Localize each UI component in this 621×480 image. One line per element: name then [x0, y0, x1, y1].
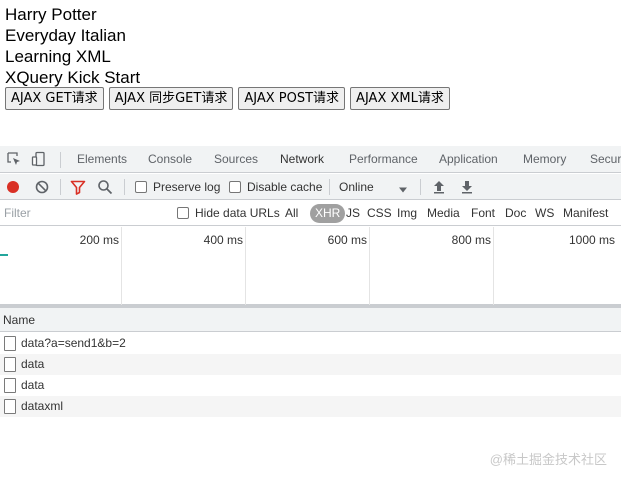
file-icon	[4, 399, 16, 414]
filter-icon[interactable]	[70, 179, 86, 195]
file-icon	[4, 378, 16, 393]
toolbar-divider	[124, 179, 125, 195]
device-toolbar-icon[interactable]	[31, 151, 47, 167]
timeline-tick: 200 ms	[79, 233, 119, 247]
overview-gridline	[121, 227, 122, 305]
filter-input[interactable]	[0, 203, 165, 223]
tab-network[interactable]: Network	[280, 146, 324, 172]
timeline-tick: 400 ms	[203, 233, 243, 247]
request-name: data	[21, 357, 45, 371]
import-har-icon[interactable]	[431, 179, 447, 195]
preserve-log-checkbox[interactable]	[135, 181, 147, 193]
network-toolbar: Preserve log Disable cache Online	[0, 174, 621, 200]
request-name: dataxml	[21, 399, 64, 413]
request-name: data	[21, 378, 45, 392]
filter-type-js[interactable]: JS	[346, 201, 360, 225]
book-title: XQuery Kick Start	[5, 68, 141, 87]
tab-divider	[60, 152, 61, 168]
filter-type-xhr[interactable]: XHR	[310, 204, 346, 223]
table-row[interactable]: data	[0, 375, 621, 396]
book-title: Everyday Italian	[5, 26, 126, 45]
tab-sources[interactable]: Sources	[214, 146, 258, 172]
tab-application[interactable]: Application	[439, 146, 498, 172]
toolbar-divider	[60, 179, 61, 195]
network-overview[interactable]: 200 ms 400 ms 600 ms 800 ms 1000 ms	[0, 227, 621, 305]
overview-gridline	[245, 227, 246, 305]
overview-request-bar	[0, 254, 8, 256]
request-list: data?a=send1&b=2 data data dataxml	[0, 333, 621, 417]
tab-security[interactable]: Secur	[590, 146, 621, 172]
timeline-tick: 800 ms	[451, 233, 491, 247]
table-row[interactable]: data	[0, 354, 621, 375]
overview-gridline	[493, 227, 494, 305]
book-list: Harry Potter Everyday Italian Learning X…	[5, 4, 140, 88]
button-row: AJAX GET请求 AJAX 同步GET请求 AJAX POST请求 AJAX…	[5, 87, 450, 110]
ajax-get-button[interactable]: AJAX GET请求	[5, 87, 104, 110]
devtools-panel: Elements Console Sources Network Perform…	[0, 146, 621, 480]
filter-type-img[interactable]: Img	[397, 201, 417, 225]
name-column-header[interactable]: Name	[0, 308, 621, 332]
filter-bar: Hide data URLs All XHR JS CSS Img Media …	[0, 201, 621, 226]
filter-type-all[interactable]: All	[285, 201, 298, 225]
filter-type-css[interactable]: CSS	[367, 201, 392, 225]
file-icon	[4, 336, 16, 351]
hide-data-urls-checkbox[interactable]	[177, 207, 189, 219]
clear-icon[interactable]	[34, 179, 50, 195]
tab-performance[interactable]: Performance	[349, 146, 418, 172]
timeline-tick: 600 ms	[327, 233, 367, 247]
table-row[interactable]: data?a=send1&b=2	[0, 333, 621, 354]
hide-data-urls-label[interactable]: Hide data URLs	[195, 201, 280, 225]
toolbar-divider	[420, 179, 421, 195]
export-har-icon[interactable]	[459, 179, 475, 195]
search-icon[interactable]	[97, 179, 113, 195]
file-icon	[4, 357, 16, 372]
toolbar-divider	[329, 179, 330, 195]
tab-memory[interactable]: Memory	[523, 146, 566, 172]
ajax-xml-button[interactable]: AJAX XML请求	[350, 87, 450, 110]
request-name: data?a=send1&b=2	[21, 336, 126, 350]
filter-type-ws[interactable]: WS	[535, 201, 554, 225]
overview-gridline	[369, 227, 370, 305]
inspect-element-icon[interactable]	[6, 151, 22, 167]
ajax-post-button[interactable]: AJAX POST请求	[238, 87, 346, 110]
disable-cache-label[interactable]: Disable cache	[247, 174, 322, 200]
record-icon[interactable]	[5, 179, 21, 195]
tab-elements[interactable]: Elements	[77, 146, 127, 172]
preserve-log-label[interactable]: Preserve log	[153, 174, 220, 200]
devtools-tab-bar: Elements Console Sources Network Perform…	[0, 146, 621, 173]
disable-cache-checkbox[interactable]	[229, 181, 241, 193]
book-title: Learning XML	[5, 47, 111, 66]
ajax-sync-get-button[interactable]: AJAX 同步GET请求	[108, 87, 234, 110]
filter-type-media[interactable]: Media	[427, 201, 460, 225]
timeline-tick: 1000 ms	[568, 233, 615, 247]
chevron-down-icon[interactable]	[398, 183, 408, 193]
table-row[interactable]: dataxml	[0, 396, 621, 417]
watermark: @稀土掘金技术社区	[489, 452, 607, 467]
filter-type-doc[interactable]: Doc	[505, 201, 526, 225]
throttling-select[interactable]: Online	[339, 174, 374, 200]
tab-console[interactable]: Console	[148, 146, 192, 172]
book-title: Harry Potter	[5, 5, 97, 24]
filter-type-manifest[interactable]: Manifest	[563, 201, 608, 225]
filter-type-font[interactable]: Font	[471, 201, 495, 225]
